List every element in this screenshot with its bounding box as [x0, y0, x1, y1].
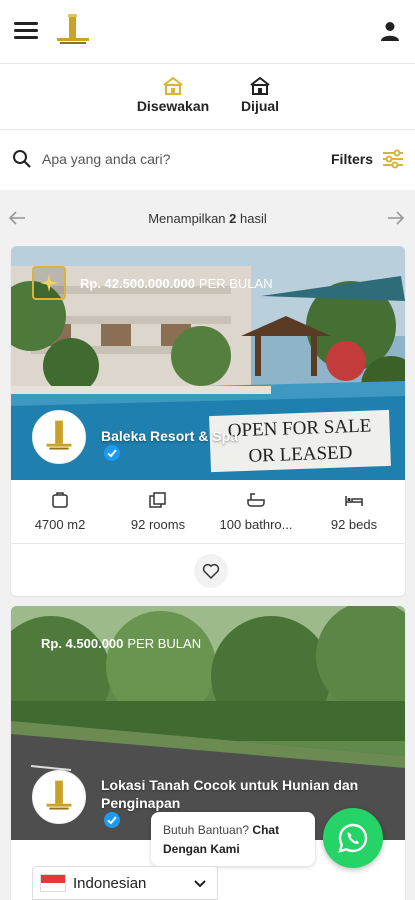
agent-avatar[interactable]	[32, 410, 86, 464]
language-selector[interactable]: Indonesian	[32, 866, 218, 900]
house-icon	[250, 76, 270, 95]
price-period: PER BULAN	[198, 276, 273, 291]
language-label: Indonesian	[73, 875, 147, 892]
chat-action: Dengan Kami	[163, 842, 240, 856]
tab-dijual[interactable]: Dijual	[238, 76, 282, 116]
agent-avatar[interactable]	[32, 770, 86, 824]
search-icon[interactable]	[12, 149, 32, 169]
stat-beds: 92 beds	[305, 492, 403, 534]
heart-icon	[202, 563, 220, 580]
listing-title-line: Penginapan	[101, 795, 181, 811]
listing-price: Rp. 42.500.000.000 PER BULAN	[80, 276, 273, 291]
stat-rooms-value: 92 rooms	[130, 517, 186, 532]
search-input[interactable]	[42, 148, 302, 170]
hamburger-icon[interactable]	[14, 22, 38, 40]
sliders-icon[interactable]	[382, 149, 404, 169]
stat-area-value: 4700 m2	[34, 517, 86, 532]
listing-photo[interactable]: Rp. 4.500.000 PER BULAN Lokasi Tanah Coco…	[11, 606, 405, 840]
tab-dijual-label: Dijual	[240, 98, 280, 114]
listing-price: Rp. 4.500.000 PER BULAN	[41, 636, 201, 651]
tab-disewakan[interactable]: Disewakan	[136, 76, 210, 116]
stat-area: 4700 m2	[11, 492, 109, 534]
stat-rooms: 92 rooms	[109, 492, 207, 534]
listing-type-tabs: Disewakan Dijual	[0, 64, 415, 130]
house-icon	[163, 76, 183, 95]
search-bar: Filters	[0, 130, 415, 190]
chat-question: Butuh Bantuan?	[163, 823, 250, 837]
arrow-right-icon[interactable]	[387, 210, 405, 226]
chat-action: Chat	[252, 823, 280, 837]
whatsapp-button[interactable]	[323, 808, 383, 868]
listing-title-text: Baleka Resort & Spa	[101, 428, 238, 444]
logo-icon[interactable]	[54, 12, 92, 48]
results-bar: Menampilkan 2 hasil	[0, 200, 415, 236]
bed-icon	[345, 496, 363, 506]
results-suffix: hasil	[240, 211, 267, 226]
help-chat-bubble[interactable]: Butuh Bantuan? Chat Dengan Kami	[151, 812, 315, 866]
app-header	[0, 0, 415, 64]
price-value: Rp. 42.500.000.000	[80, 276, 195, 291]
indonesia-flag-icon	[40, 874, 66, 892]
chevron-down-icon	[194, 880, 206, 888]
bath-icon	[247, 493, 265, 507]
stat-bathrooms: 100 bathro...	[207, 492, 305, 534]
whatsapp-icon	[338, 823, 368, 853]
price-period: PER BULAN	[127, 636, 202, 651]
verified-icon	[104, 812, 120, 828]
results-prefix: Menampilkan	[148, 211, 226, 226]
listing-stats: 4700 m2 92 rooms 100 bathro... 92 beds	[11, 482, 405, 544]
verified-icon	[104, 445, 120, 461]
user-icon[interactable]	[379, 20, 401, 42]
results-number: 2	[229, 211, 237, 226]
listing-title[interactable]: Baleka Resort & Spa	[101, 427, 238, 461]
tab-disewakan-label: Disewakan	[136, 98, 210, 114]
featured-badge-icon	[32, 266, 66, 300]
filters-button[interactable]: Filters	[331, 151, 373, 167]
results-count: Menampilkan 2 hasil	[0, 211, 415, 226]
area-icon	[52, 492, 68, 508]
rooms-icon	[149, 492, 166, 508]
price-value: Rp. 4.500.000	[41, 636, 124, 651]
listing-photo[interactable]: Rp. 42.500.000.000 PER BULAN OPEN FOR SAL…	[11, 246, 405, 480]
listing-card[interactable]: Rp. 42.500.000.000 PER BULAN OPEN FOR SAL…	[11, 246, 405, 596]
favorite-button[interactable]	[194, 554, 228, 588]
stat-beds-value: 92 beds	[330, 517, 378, 532]
stat-bathrooms-value: 100 bathro...	[219, 517, 293, 532]
listing-title-line: Lokasi Tanah Cocok untuk Hunian dan	[101, 777, 359, 793]
